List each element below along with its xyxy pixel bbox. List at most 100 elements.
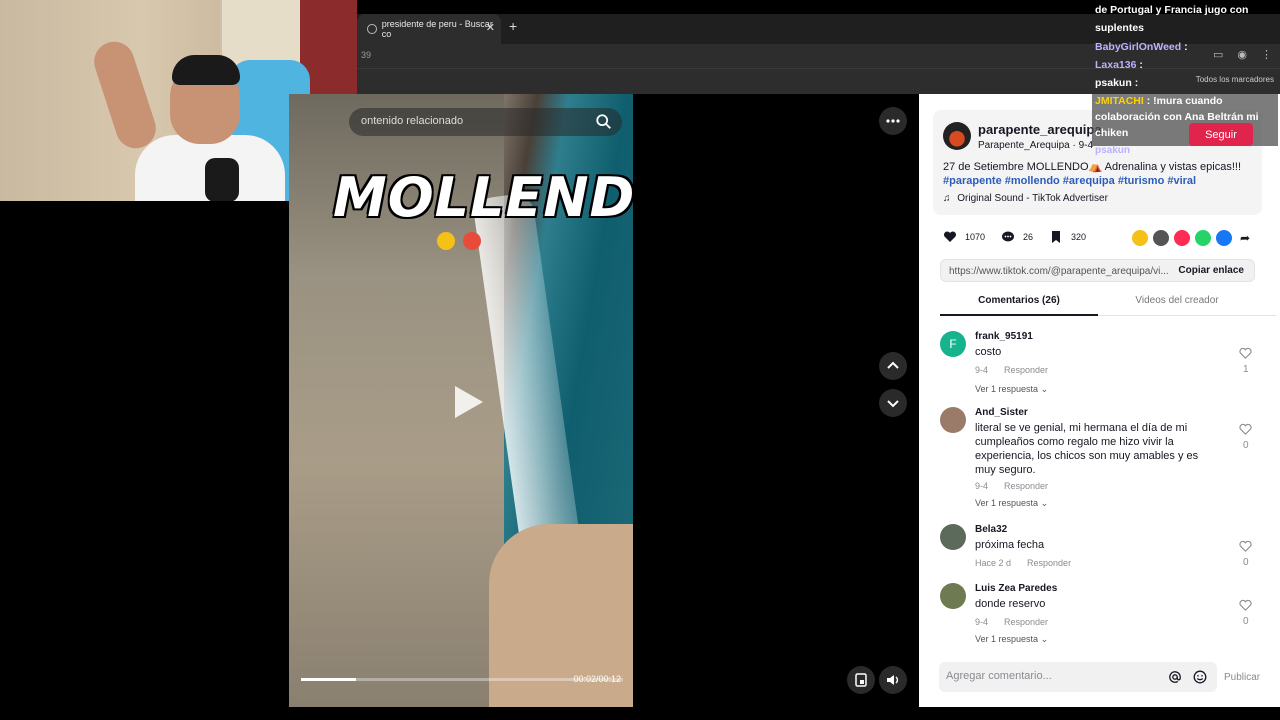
- heart-outline-icon[interactable]: [1239, 423, 1252, 436]
- comment-input-placeholder: Agregar comentario...: [946, 670, 1052, 682]
- emoji-icon[interactable]: [1193, 670, 1207, 684]
- panel-tabs: Comentarios (26) Videos del creador: [940, 290, 1276, 316]
- comment-list: F frank_95191 costo 9-4 Responder Ver 1 r…: [919, 322, 1280, 647]
- next-video-button[interactable]: [879, 389, 907, 417]
- comment-avatar[interactable]: [940, 524, 966, 550]
- tab-comments[interactable]: Comentarios (26): [940, 290, 1098, 316]
- beach-umbrella-icon: [463, 232, 481, 250]
- sun-icon: [437, 232, 455, 250]
- reply-button[interactable]: Responder: [1004, 365, 1048, 375]
- share-link-box: https://www.tiktok.com/@parapente_arequi…: [940, 259, 1255, 282]
- heart-outline-icon[interactable]: [1239, 599, 1252, 612]
- play-icon[interactable]: [447, 382, 487, 422]
- comment-text: costo: [975, 346, 1002, 358]
- comment-icon: [1002, 231, 1015, 242]
- mention-icon[interactable]: [1168, 670, 1182, 684]
- share-arrow-icon[interactable]: ➦: [1237, 230, 1253, 246]
- close-tab-icon[interactable]: ✕: [486, 21, 495, 34]
- comment-item: Bela32 próxima fecha Hace 2 d Responder 0: [940, 524, 1260, 570]
- comment-author[interactable]: Bela32: [975, 524, 1007, 535]
- view-replies-button[interactable]: Ver 1 respuesta ⌄: [975, 634, 1048, 645]
- volume-button[interactable]: [879, 666, 907, 694]
- share-link-url[interactable]: https://www.tiktok.com/@parapente_arequi…: [949, 266, 1169, 277]
- video-time: 00:02/00:12: [573, 674, 621, 684]
- volume-icon: [887, 675, 899, 685]
- comment-avatar[interactable]: F: [940, 331, 966, 357]
- chevron-up-icon: [887, 361, 899, 369]
- browser-tab[interactable]: presidente de peru - Buscar co ✕: [357, 14, 501, 44]
- chat-line: psakun :: [1095, 145, 1137, 156]
- screen: presidente de peru - Buscar co ✕ + 39 ▭ …: [0, 0, 1280, 720]
- comment-meta: 9-4 Responder: [975, 481, 1049, 491]
- comment-count: 26: [1023, 232, 1034, 242]
- picture-in-picture-icon: [855, 673, 867, 687]
- publish-button[interactable]: Publicar: [1224, 672, 1260, 683]
- microphone-icon: [205, 158, 239, 201]
- chat-line: Laxa136 :: [1095, 59, 1143, 71]
- heart-outline-icon[interactable]: [1239, 347, 1252, 360]
- save-count: 320: [1071, 232, 1087, 242]
- previous-video-button[interactable]: [879, 352, 907, 380]
- chevron-down-icon: ⌄: [1040, 384, 1049, 394]
- comment-text: próxima fecha: [975, 539, 1045, 551]
- reply-button[interactable]: Responder: [1004, 617, 1048, 627]
- reply-button[interactable]: Responder: [1004, 481, 1048, 491]
- comment-meta: 9-4 Responder: [975, 365, 1049, 375]
- chevron-down-icon: ⌄: [1040, 498, 1049, 508]
- embed-icon[interactable]: [1153, 230, 1169, 246]
- heart-outline-icon[interactable]: [1239, 540, 1252, 553]
- comment-item: Luis Zea Paredes donde reservo 9-4 Respon…: [940, 583, 1260, 645]
- comment-author[interactable]: Luis Zea Paredes: [975, 583, 1057, 594]
- comment-author[interactable]: And_Sister: [975, 407, 1028, 418]
- copy-link-button[interactable]: Copiar enlace: [1178, 265, 1244, 276]
- send-icon[interactable]: [1174, 230, 1190, 246]
- globe-icon: [367, 24, 377, 34]
- chat-line: psakun :: [1095, 77, 1139, 89]
- comment-meta: 9-4 Responder: [975, 617, 1049, 627]
- reply-button[interactable]: Responder: [1027, 558, 1071, 568]
- comment-button[interactable]: 26: [1001, 230, 1033, 244]
- comment-text: donde reservo: [975, 598, 1046, 610]
- address-bar[interactable]: 39: [361, 50, 371, 60]
- search-icon[interactable]: [595, 113, 613, 131]
- hashtags[interactable]: #parapente #mollendo #arequipa #turismo …: [943, 175, 1196, 187]
- save-button[interactable]: 320: [1049, 230, 1086, 244]
- creator-subline: Parapente_Arequipa · 9-4: [978, 140, 1094, 151]
- like-button[interactable]: 1070: [943, 230, 985, 244]
- related-search-placeholder: ontenido relacionado: [361, 115, 464, 127]
- music-title: Original Sound - TikTok Advertiser: [957, 193, 1108, 204]
- comment-item: And_Sister literal se ve genial, mi herm…: [940, 407, 1260, 509]
- follow-button[interactable]: Seguir: [1189, 123, 1253, 146]
- comment-item: F frank_95191 costo 9-4 Responder Ver 1 r…: [940, 331, 1260, 394]
- comment-like-count: 0: [1243, 440, 1249, 451]
- comment-like-count: 0: [1243, 557, 1249, 568]
- video-details-panel: parapente_arequipa Parapente_Arequipa · …: [919, 94, 1280, 707]
- creator-username[interactable]: parapente_arequipa: [978, 122, 1102, 137]
- tent-emoji-icon: ⛺: [1088, 161, 1103, 173]
- whatsapp-icon[interactable]: [1195, 230, 1211, 246]
- comment-avatar[interactable]: [940, 407, 966, 433]
- video-progress-fill: [301, 678, 356, 681]
- chevron-down-icon: ⌄: [1040, 634, 1049, 644]
- repost-icon[interactable]: [1132, 230, 1148, 246]
- comment-author[interactable]: frank_95191: [975, 331, 1033, 342]
- more-options-button[interactable]: [879, 107, 907, 135]
- chat-line: suplentes: [1095, 22, 1145, 34]
- video-description: 27 de Setiembre MOLLENDO⛺ Adrenalina y v…: [943, 161, 1242, 187]
- view-replies-button[interactable]: Ver 1 respuesta ⌄: [975, 498, 1048, 509]
- facebook-icon[interactable]: [1216, 230, 1232, 246]
- view-replies-button[interactable]: Ver 1 respuesta ⌄: [975, 384, 1048, 395]
- music-row[interactable]: ♫ Original Sound - TikTok Advertiser: [943, 193, 1108, 204]
- creator-avatar[interactable]: [943, 122, 971, 150]
- new-tab-button[interactable]: +: [509, 18, 517, 34]
- music-note-icon: ♫: [943, 193, 951, 204]
- video-player[interactable]: ontenido relacionado MOLLENDO 00:02/00:1…: [289, 94, 633, 707]
- pip-button[interactable]: [847, 666, 875, 694]
- tab-creator-videos[interactable]: Videos del creador: [1098, 290, 1256, 316]
- tab-title: presidente de peru - Buscar co: [381, 19, 493, 39]
- chat-line: de Portugal y Francia jugo con: [1095, 4, 1249, 16]
- comment-like-count: 1: [1243, 364, 1249, 375]
- comment-avatar[interactable]: [940, 583, 966, 609]
- chevron-down-icon: [887, 400, 899, 408]
- comment-composer[interactable]: Agregar comentario...: [939, 662, 1217, 692]
